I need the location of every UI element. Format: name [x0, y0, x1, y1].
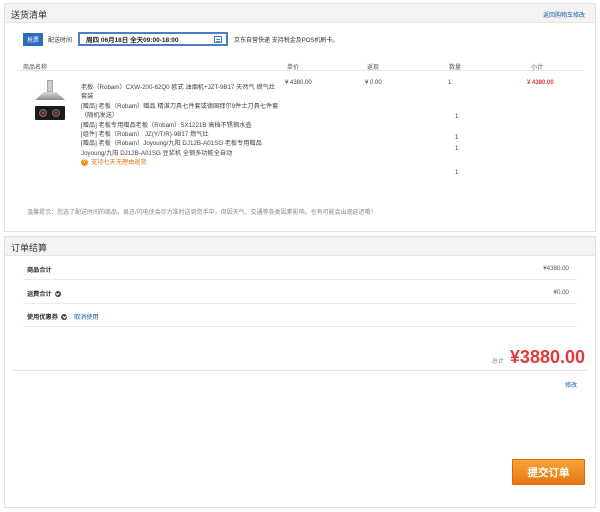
shipping-total-label: 运费合计 — [27, 291, 52, 298]
goods-total-row: 商品合计 ¥4380.00 — [23, 258, 577, 280]
gift-qty: 1 — [455, 114, 459, 120]
gas-stove-icon — [35, 106, 65, 120]
delivery-time-row: 抢票 配送时间 周四 06月18日 全天09:00-18:00 京东自营快递 支… — [23, 32, 338, 46]
refund-text: 支持七天无理由退货 — [91, 159, 147, 167]
calendar-icon[interactable] — [214, 35, 223, 43]
component-gas-stove: [组件] 老板（Robam） JZ(Y/T/R)-9B17 燃气灶 — [81, 131, 209, 139]
coupon-label: 使用优惠券 — [27, 314, 58, 321]
product-description: 老板（Robam）CXW-200-62Q0 欧式 油烟机+JZT-9B17 天然… — [81, 83, 281, 168]
product-main-title[interactable]: 老板（Robam）CXW-200-62Q0 欧式 油烟机+JZT-9B17 天然… — [81, 83, 281, 102]
shipping-total-amount: ¥0.00 — [553, 289, 569, 296]
chevron-down-icon[interactable] — [60, 313, 67, 320]
question-circle-icon: ? — [81, 159, 88, 167]
back-to-cart-link[interactable]: 返回购物车修改 — [543, 10, 585, 19]
delivery-list-panel: 送货清单 返回购物车修改 抢票 配送时间 周四 06月18日 全天09:00-1… — [4, 3, 596, 232]
gift-knife-set: [赠品] 老板（Robam）赠品 精湛刀具七件套或德国拜尔9件士刀具七件套（随机… — [81, 102, 279, 120]
goods-total-amount: ¥4380.00 — [543, 265, 569, 272]
col-subtotal: 小计 — [531, 65, 544, 71]
gift-qty: 1 — [455, 146, 459, 152]
submit-order-button[interactable]: 提交订单 — [512, 459, 585, 485]
range-hood-icon — [35, 80, 65, 102]
gift-kettle: [赠品] 老板专用赠品老板（Robam）SX1221B 高档不锈钢水壶 — [81, 121, 252, 129]
subtotal-value: ¥ 4380.00 — [527, 80, 554, 86]
gift-qty: 1 — [455, 170, 459, 176]
quantity-value: 1 — [448, 80, 452, 86]
product-image[interactable] — [32, 80, 68, 128]
order-total: 总计 ¥3880.00 — [492, 347, 585, 368]
gift-soymilk-maker: [赠品] 老板（Robam）Joyoung/九阳 DJ12B-A01SG 老板专… — [81, 140, 262, 157]
unit-price: ¥ 4380.00 — [285, 80, 312, 86]
table-header: 商品名称 单价 返现 数量 小计 — [17, 62, 583, 71]
delivery-time-label: 配送时间 — [48, 37, 73, 44]
order-total-label: 总计 — [491, 359, 504, 365]
refund-policy: ? 支持七天无理由退货 — [81, 158, 281, 167]
col-quantity: 数量 — [449, 65, 462, 71]
delivery-date-picker[interactable]: 周四 06月18日 全天09:00-18:00 — [78, 32, 229, 46]
order-summary-panel: 订单结算 商品合计 ¥4380.00 运费合计 ¥0.00 使用优惠券 取消使用… — [4, 236, 596, 508]
delivery-tip: 温馨提示：您选了配送时间的商品，易迅/闪电侠会尽力准时送到您手中，但因天气、交通… — [27, 210, 377, 216]
shipping-total-toggle[interactable]: 运费合计 — [27, 289, 61, 298]
order-total-value: ¥3880.00 — [509, 347, 585, 367]
coupon-row: 使用优惠券 取消使用 — [23, 305, 577, 327]
delivery-badge: 抢票 — [23, 32, 44, 46]
gift-qty: 1 — [455, 135, 459, 141]
order-summary-header: 订单结算 — [5, 237, 595, 256]
col-cashback: 返现 — [367, 65, 380, 71]
cancel-coupon-link[interactable]: 取消使用 — [74, 312, 99, 321]
shipping-total-row: 运费合计 ¥0.00 — [23, 282, 577, 304]
divider — [13, 370, 587, 371]
delivery-list-title: 送货清单 — [11, 10, 48, 20]
goods-total-label: 商品合计 — [27, 267, 52, 274]
coupon-toggle[interactable]: 使用优惠券 取消使用 — [27, 312, 99, 321]
cashback-value: ¥ 0.00 — [365, 80, 382, 86]
col-unit-price: 单价 — [287, 65, 300, 71]
delivery-date-value: 周四 06月18日 全天09:00-18:00 — [86, 37, 179, 44]
chevron-down-icon[interactable] — [54, 290, 61, 297]
col-product-name: 商品名称 — [23, 65, 48, 71]
order-summary-title: 订单结算 — [11, 243, 48, 253]
modify-link[interactable]: 修改 — [565, 380, 577, 389]
delivery-note: 京东自营快递 支持税金及POS机刷卡。 — [234, 37, 339, 44]
delivery-list-header: 送货清单 返回购物车修改 — [5, 4, 595, 23]
